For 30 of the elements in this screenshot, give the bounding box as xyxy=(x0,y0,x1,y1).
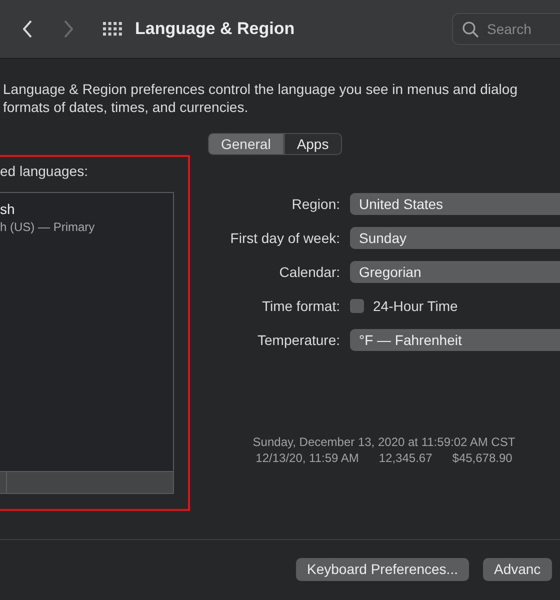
search-field[interactable]: Search xyxy=(452,13,560,45)
setting-label: First day of week: xyxy=(229,230,340,246)
popup-button[interactable]: Gregorian xyxy=(350,261,560,283)
window-title: Language & Region xyxy=(135,19,295,39)
popup-button[interactable]: °F — Fahrenheit xyxy=(350,329,560,351)
tab[interactable]: Apps xyxy=(284,133,342,155)
checkbox[interactable] xyxy=(350,299,364,313)
search-input[interactable]: Search xyxy=(485,20,559,38)
tab[interactable]: General xyxy=(208,133,284,155)
setting-label: Temperature: xyxy=(256,332,340,348)
popup-button[interactable]: United States xyxy=(350,193,560,215)
setting-label: Region: xyxy=(290,196,340,212)
chevron-left-icon xyxy=(23,20,33,38)
language-detail: h (US) — Primary xyxy=(0,220,96,234)
grid-icon[interactable] xyxy=(103,22,123,36)
popup-button[interactable]: Sunday xyxy=(350,227,560,249)
footer-button[interactable]: Advanc xyxy=(482,558,552,580)
search-icon xyxy=(462,20,479,38)
sample-date: Sunday, December 13, 2020 at 11:59:02 AM CST xyxy=(252,434,516,450)
language-name[interactable]: sh xyxy=(0,201,173,217)
setting-label: Calendar: xyxy=(278,264,340,280)
sample-format: 12/13/20, 11:59 AM xyxy=(256,450,359,466)
checkbox-label: 24-Hour Time xyxy=(373,298,458,314)
footer-button[interactable]: Keyboard Preferences... xyxy=(296,558,469,580)
setting-label: Time format: xyxy=(260,298,340,314)
panel-label: ed languages: xyxy=(0,163,89,181)
sample-format: 12,345.67 xyxy=(378,450,432,466)
chevron-right-icon xyxy=(63,20,73,38)
description-text: Language & Region preferences control the language you see in menus and dialog formats of dates, times, and currencies. xyxy=(2,80,518,116)
sample-format: $45,678.90 xyxy=(452,450,512,466)
